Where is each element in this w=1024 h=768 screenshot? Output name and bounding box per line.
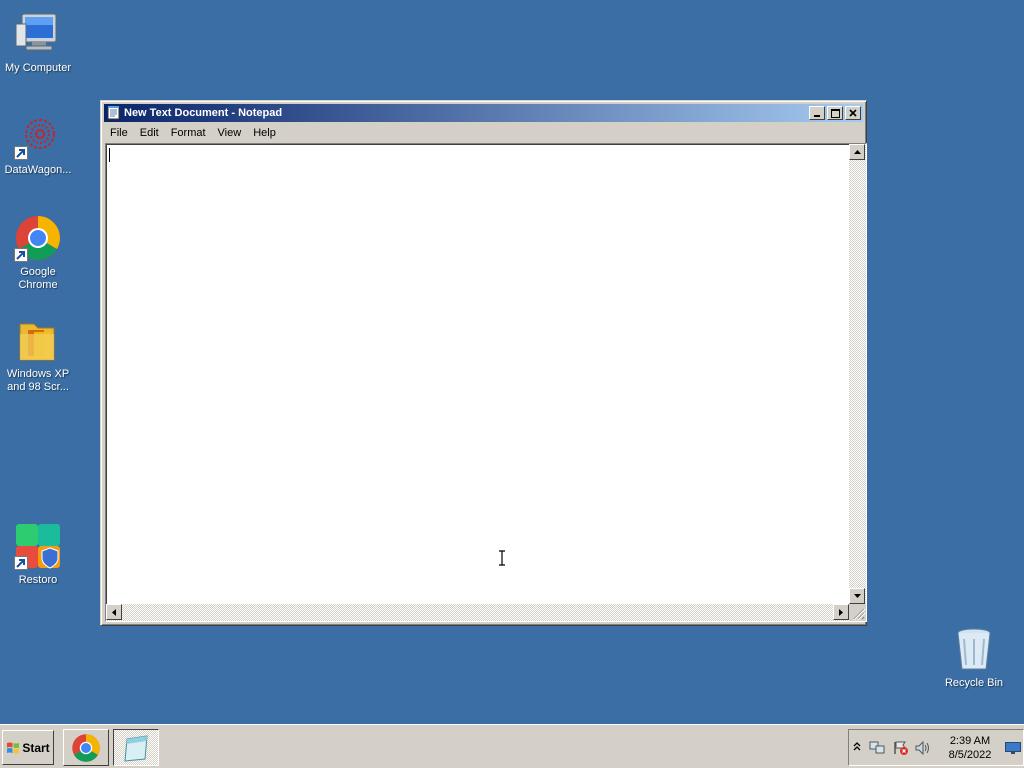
show-hidden-icon[interactable] <box>853 741 861 756</box>
horizontal-scrollbar[interactable] <box>106 604 849 621</box>
taskbar-app-notepad[interactable] <box>113 729 159 766</box>
menu-edit[interactable]: Edit <box>134 127 165 139</box>
desktop-icon-my-computer[interactable]: My Computer <box>0 10 76 75</box>
shortcut-arrow-icon <box>14 248 28 262</box>
desktop-icon-recycle-bin[interactable]: Recycle Bin <box>936 625 1012 690</box>
desktop-icon-label: Recycle Bin <box>944 677 1004 689</box>
maximize-icon <box>830 108 840 118</box>
scroll-left-button[interactable] <box>106 604 122 620</box>
start-label: Start <box>22 740 50 755</box>
shortcut-arrow-icon <box>14 556 28 570</box>
windows-logo-icon <box>7 742 20 753</box>
title-bar[interactable]: New Text Document - Notepad <box>104 104 863 122</box>
desktop-icon-label: DataWagon... <box>4 164 72 176</box>
minimize-icon <box>814 115 820 117</box>
computer-icon <box>14 10 62 58</box>
close-icon <box>849 109 857 117</box>
folder-icon <box>14 316 62 364</box>
volume-icon[interactable] <box>915 740 931 758</box>
menu-help[interactable]: Help <box>247 127 282 139</box>
desktop-icon-google-chrome[interactable]: Google Chrome <box>0 214 76 292</box>
clock-date: 8/5/2022 <box>948 749 992 761</box>
show-desktop-icon[interactable] <box>1005 742 1021 757</box>
desktop-icon-windows-xp-folder[interactable]: Windows XP and 98 Scr... <box>0 316 76 394</box>
vertical-scrollbar[interactable] <box>849 144 866 604</box>
window-title: New Text Document - Notepad <box>124 107 283 119</box>
system-tray: 2:39 AM 8/5/2022 <box>848 729 1024 766</box>
arrow-up-icon <box>853 150 861 154</box>
chrome-icon <box>72 733 100 762</box>
menu-bar: File Edit Format View Help <box>104 123 863 142</box>
taskbar-app-chrome[interactable] <box>63 729 109 766</box>
arrow-down-icon <box>853 594 861 598</box>
menu-file[interactable]: File <box>104 127 134 139</box>
clock[interactable]: 2:39 AM 8/5/2022 <box>937 734 1003 762</box>
datawagon-icon <box>14 112 62 160</box>
start-button[interactable]: Start <box>2 730 54 765</box>
maximize-button[interactable] <box>827 106 843 120</box>
menu-view[interactable]: View <box>212 127 248 139</box>
clock-time: 2:39 AM <box>949 735 991 747</box>
resize-grip[interactable] <box>849 604 866 621</box>
recycle-bin-icon <box>950 625 998 673</box>
menu-format[interactable]: Format <box>165 127 212 139</box>
text-caret <box>109 148 110 162</box>
shortcut-arrow-icon <box>14 146 28 160</box>
notepad-icon <box>107 106 121 120</box>
scroll-down-button[interactable] <box>849 588 865 604</box>
arrow-right-icon <box>839 608 843 616</box>
desktop-icon-label: Windows XP and 98 Scr... <box>6 368 70 393</box>
notepad-window: New Text Document - Notepad File Edit Fo… <box>100 100 867 626</box>
desktop-icon-label: My Computer <box>4 62 72 74</box>
resize-grip-icon <box>853 608 866 621</box>
scroll-up-button[interactable] <box>849 144 865 160</box>
close-button[interactable] <box>845 106 861 120</box>
network-icon[interactable] <box>869 741 885 758</box>
minimize-button[interactable] <box>809 106 825 120</box>
ibeam-cursor-icon <box>498 550 506 569</box>
action-center-icon[interactable] <box>893 741 909 758</box>
chrome-icon <box>14 214 62 262</box>
arrow-left-icon <box>112 608 116 616</box>
scroll-right-button[interactable] <box>833 604 849 620</box>
desktop-icon-datawagon[interactable]: DataWagon... <box>0 112 76 177</box>
notepad-icon <box>124 734 148 762</box>
taskbar: Start 2:39 AM 8/5/2022 <box>0 724 1024 768</box>
desktop-icon-restoro[interactable]: Restoro <box>0 522 76 587</box>
desktop-icon-label: Restoro <box>18 574 58 586</box>
restoro-icon <box>14 522 62 570</box>
desktop-icon-label: Google Chrome <box>18 266 58 291</box>
text-editor[interactable] <box>105 143 867 622</box>
